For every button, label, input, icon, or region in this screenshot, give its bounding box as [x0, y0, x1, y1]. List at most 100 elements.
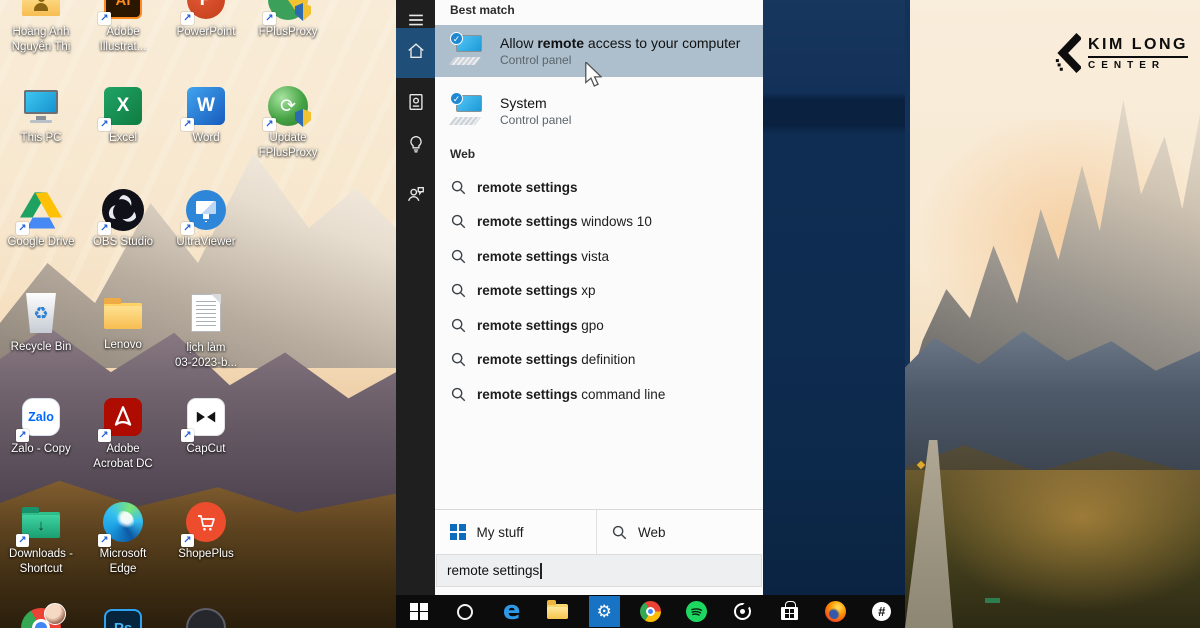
search-icon	[451, 352, 466, 367]
desktop-icon-this-pc[interactable]: This PC	[0, 84, 82, 146]
desktop-icon-label: ShopePlus	[165, 547, 247, 562]
search-input[interactable]: remote settings	[436, 554, 762, 587]
desktop-icon-adobe-acrobat-dc[interactable]: ↗AdobeAcrobat DC	[82, 395, 164, 471]
taskbar-firefox-button[interactable]	[812, 595, 858, 628]
shortcut-arrow-icon: ↗	[16, 222, 29, 235]
update-fplus-icon: ⟳↗	[266, 84, 310, 128]
sidebar-item-feedback[interactable]	[396, 176, 435, 216]
desktop-icon-label: Word	[165, 131, 247, 146]
web-button[interactable]: Web	[597, 510, 763, 554]
excel-icon: X↗	[101, 84, 145, 128]
web-suggestion-list: remote settings remote settings windows 1…	[435, 170, 763, 412]
desktop-icon-ultraviewer[interactable]: ↗UltraViewer	[165, 188, 247, 250]
shortcut-arrow-icon: ↗	[181, 12, 194, 25]
web-suggestion[interactable]: remote settings gpo	[435, 308, 763, 343]
chrome-profile-icon	[19, 606, 63, 628]
taskbar-sharp-app-button[interactable]: #	[859, 595, 905, 628]
desktop-icon-label: Zalo - Copy	[0, 442, 82, 457]
suggestion-text: remote settings windows 10	[477, 214, 652, 229]
taskbar-microsoft-store-button[interactable]	[766, 595, 812, 628]
shortcut-arrow-icon: ↗	[263, 118, 276, 131]
recyclebin-icon: ♻	[19, 293, 63, 337]
search-icon	[451, 387, 466, 402]
photoshop-icon: Ps	[101, 606, 145, 628]
web-suggestion[interactable]: remote settings vista	[435, 239, 763, 274]
desktop-icon-unknown-app[interactable]	[165, 606, 247, 628]
desktop-icon-excel[interactable]: X↗ Excel	[82, 84, 164, 146]
edge-icon: e	[503, 600, 521, 623]
search-icon	[451, 318, 466, 333]
desktop-icon-photoshop[interactable]: Ps	[82, 606, 164, 628]
lightbulb-icon	[406, 134, 426, 159]
shortcut-arrow-icon: ↗	[16, 534, 29, 547]
desktop-icon-label: Lenovo	[82, 338, 164, 353]
web-section-header: Web	[450, 147, 475, 161]
desktop-icon-adobe-illustrator[interactable]: Ai↗AdobeIllustrat...	[82, 0, 164, 54]
ultraviewer-icon: ↗	[184, 188, 228, 232]
desktop-icon-label: FPlusProxy	[247, 25, 329, 40]
web-suggestion[interactable]: remote settings windows 10	[435, 205, 763, 240]
shortcut-arrow-icon: ↗	[181, 429, 194, 442]
taskbar-file-explorer-button[interactable]	[535, 595, 581, 628]
desktop-icon-word[interactable]: W↗Word	[165, 84, 247, 146]
powerpoint-icon: P↗	[184, 0, 228, 22]
desktop-icon-user-folder[interactable]: Hoàng AnhNguyễn Thị	[0, 0, 82, 54]
result-title: Allow remote access to your computer	[500, 35, 740, 51]
web-suggestion[interactable]: remote settings xp	[435, 274, 763, 309]
desktop-icon-shopeplus[interactable]: ↗ShopePlus	[165, 500, 247, 562]
result-system[interactable]: ✓ System Control panel	[435, 85, 763, 137]
desktop-icon-lenovo-folder[interactable]: Lenovo	[82, 291, 164, 353]
shortcut-arrow-icon: ↗	[181, 534, 194, 547]
web-suggestion[interactable]: remote settings command line	[435, 377, 763, 412]
desktop-icon-powerpoint[interactable]: P↗PowerPoint	[165, 0, 247, 40]
desktop-icon-fplusproxy[interactable]: ↗ FPlusProxy	[247, 0, 329, 40]
desktop-icon-capcut[interactable]: ↗CapCut	[165, 395, 247, 457]
feedback-icon	[406, 184, 426, 209]
shortcut-arrow-icon: ↗	[98, 222, 111, 235]
my-stuff-button[interactable]: My stuff	[435, 510, 597, 554]
web-suggestion[interactable]: remote settings definition	[435, 343, 763, 378]
fplusproxy-icon: ↗	[266, 0, 310, 22]
desktop-icon-microsoft-edge[interactable]: ↗MicrosoftEdge	[82, 500, 164, 576]
document-icon	[184, 294, 228, 338]
desktop-icon-recycle-bin[interactable]: ♻Recycle Bin	[0, 291, 82, 355]
gdrive-icon: ↗	[19, 188, 63, 232]
taskbar-chrome-button[interactable]	[627, 595, 673, 628]
taskbar-edge-button[interactable]: e	[489, 595, 535, 628]
sidebar-item-notebook[interactable]	[396, 84, 435, 124]
result-subtitle: Control panel	[500, 113, 571, 127]
system-control-panel-icon: ✓	[448, 34, 486, 68]
taskbar-spotify-button[interactable]	[674, 595, 720, 628]
suggestion-text: remote settings command line	[477, 387, 665, 402]
taskbar-start-button[interactable]	[396, 595, 442, 628]
shopeplus-icon: ↗	[184, 500, 228, 544]
taskbar-screen-recorder-button[interactable]	[720, 595, 766, 628]
search-icon	[612, 525, 627, 540]
desktop-icon-obs-studio[interactable]: ↗OBS Studio	[82, 188, 164, 250]
desktop-icon-update-fplusproxy[interactable]: ⟳↗UpdateFPlusProxy	[247, 84, 329, 160]
desktop-icon-google-drive[interactable]: ↗Google Drive	[0, 188, 82, 250]
desktop-icon-zalo-copy[interactable]: Zalo↗Zalo - Copy	[0, 395, 82, 457]
sidebar-item-home[interactable]	[396, 28, 435, 78]
obs-icon: ↗	[101, 188, 145, 232]
desktop-icon-schedule-document[interactable]: lịch làm03-2023-b...	[165, 291, 247, 370]
shortcut-arrow-icon: ↗	[181, 222, 194, 235]
desktop-icon-label: Excel	[82, 131, 164, 146]
notebook-icon	[406, 92, 426, 117]
taskbar-settings-button[interactable]: ⚙	[581, 595, 627, 628]
desktop-icon-downloads-shortcut[interactable]: ↓↗Downloads -Shortcut	[0, 500, 82, 576]
shortcut-arrow-icon: ↗	[181, 118, 194, 131]
web-suggestion[interactable]: remote settings	[435, 170, 763, 205]
search-icon	[451, 180, 466, 195]
windows-start-icon	[410, 603, 428, 621]
sidebar-item-lightbulb[interactable]	[396, 126, 435, 166]
desktop-icon-label: CapCut	[165, 442, 247, 457]
capcut-icon: ↗	[184, 395, 228, 439]
start-search-panel: Best match ✓ Allow remote access to your…	[396, 0, 905, 628]
search-icon	[451, 283, 466, 298]
store-icon	[781, 603, 798, 620]
file-explorer-icon	[547, 604, 568, 619]
desktop-icon-label: Hoàng AnhNguyễn Thị	[0, 25, 82, 54]
desktop-icon-chrome-profile[interactable]	[0, 606, 82, 628]
taskbar-cortana-button[interactable]	[442, 595, 488, 628]
